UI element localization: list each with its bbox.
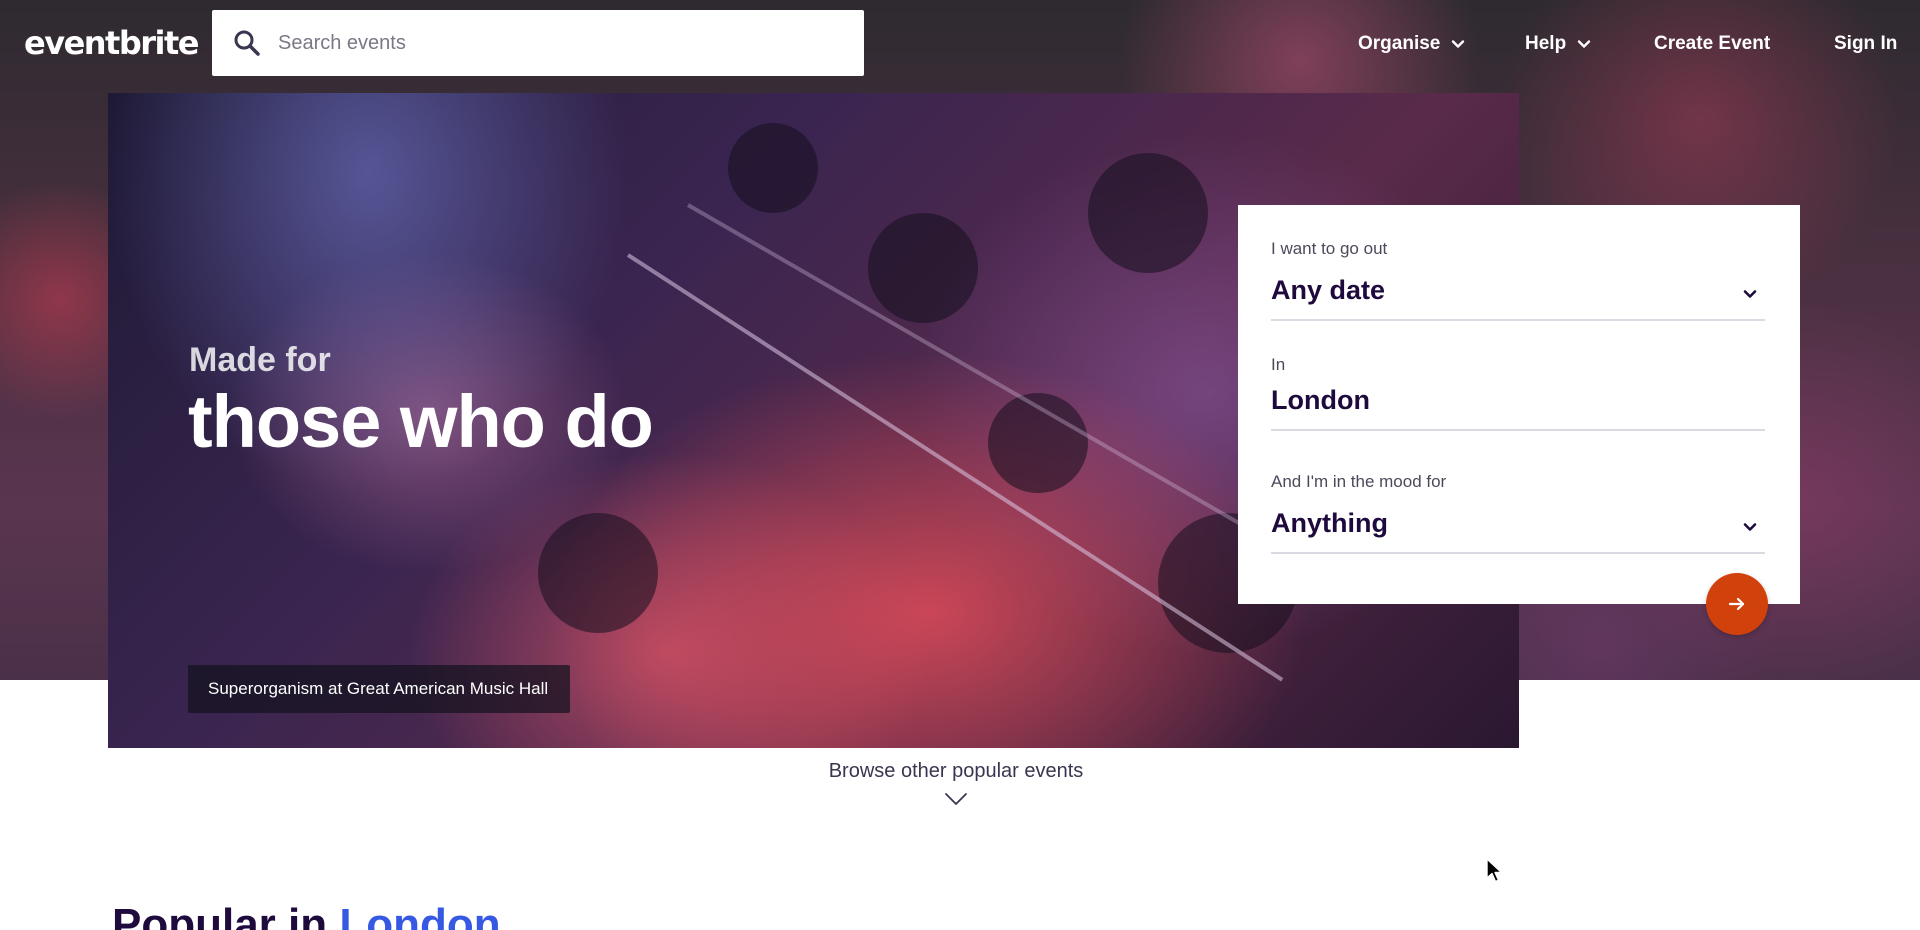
location-input[interactable]: London (1271, 385, 1765, 431)
stage-rail (626, 253, 1284, 682)
chevron-down-icon (1743, 290, 1757, 298)
search-submit-button[interactable] (1706, 573, 1768, 635)
hero-caption: Superorganism at Great American Music Ha… (188, 665, 571, 713)
location-label: In (1271, 355, 1286, 374)
sign-in-link[interactable]: Sign In (1834, 30, 1897, 58)
search-bar[interactable] (212, 10, 864, 76)
stage-rail (687, 203, 1313, 567)
mood-value: Anything (1271, 508, 1388, 538)
popular-prefix: Popular in (112, 900, 328, 930)
help-label: Help (1525, 33, 1567, 54)
hero-headline: those who do (188, 380, 654, 463)
event-search-card: I want to go out Any date In London And … (1238, 205, 1800, 604)
top-header: eventbrite Organise Help Create Event Si… (0, 0, 1920, 86)
eventbrite-logo[interactable]: eventbrite (24, 24, 200, 62)
cursor-icon (1486, 858, 1503, 883)
organise-label: Organise (1358, 33, 1441, 54)
chevron-down-icon[interactable] (944, 792, 968, 806)
crowd-shape (868, 213, 978, 323)
search-icon (232, 28, 262, 58)
date-select[interactable]: Any date (1271, 275, 1765, 321)
help-menu[interactable]: Help (1525, 30, 1592, 58)
arrow-right-icon (1728, 597, 1745, 611)
search-input[interactable] (278, 31, 838, 55)
date-label: I want to go out (1271, 239, 1388, 258)
popular-heading: Popular in London (112, 900, 501, 930)
popular-city-link[interactable]: London (339, 900, 500, 930)
mood-label: And I'm in the mood for (1271, 472, 1447, 491)
page: eventbrite Organise Help Create Event Si… (0, 0, 1920, 930)
create-event-link[interactable]: Create Event (1654, 30, 1770, 58)
crowd-shape (1088, 153, 1208, 273)
browse-popular-link[interactable]: Browse other popular events (780, 760, 1132, 783)
chevron-down-icon (1577, 40, 1591, 48)
location-value: London (1271, 385, 1370, 415)
crowd-shape (728, 123, 818, 213)
hero-eyebrow: Made for (189, 341, 331, 379)
crowd-shape (538, 513, 658, 633)
date-value: Any date (1271, 275, 1386, 305)
organise-menu[interactable]: Organise (1358, 30, 1466, 58)
chevron-down-icon (1743, 523, 1757, 531)
mood-select[interactable]: Anything (1271, 508, 1765, 554)
chevron-down-icon (1452, 40, 1465, 48)
